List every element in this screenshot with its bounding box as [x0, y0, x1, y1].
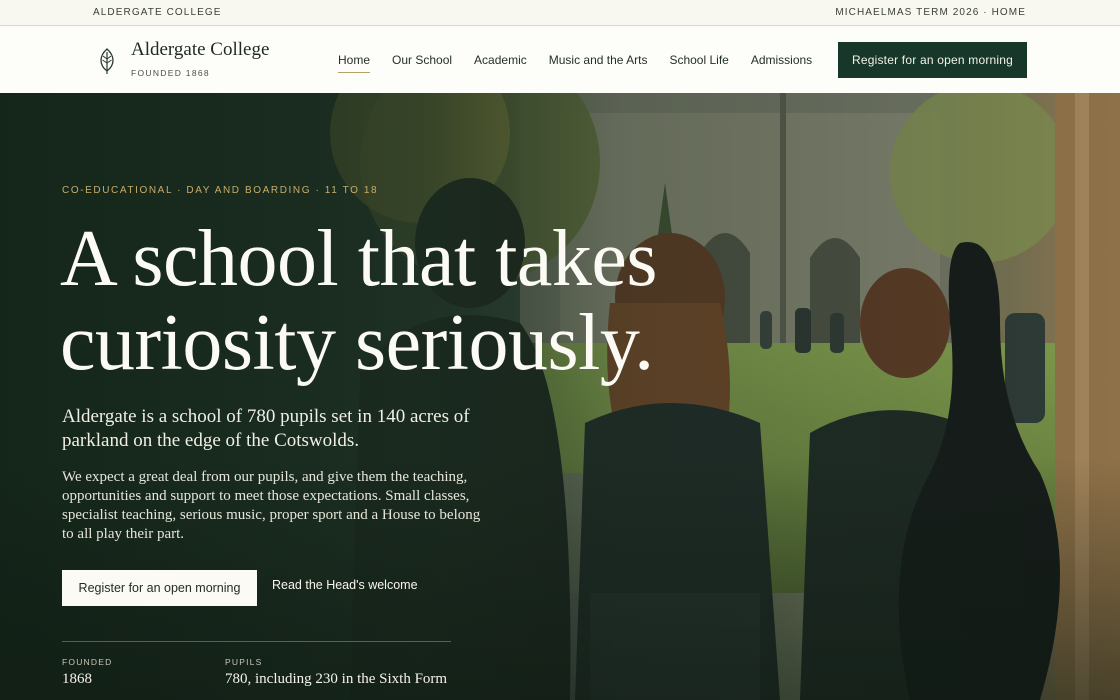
heads-welcome-link[interactable]: Read the Head's welcome — [272, 578, 418, 592]
site-header: Aldergate College FOUNDED 1868 Home Our … — [0, 27, 1120, 93]
brand-founded: FOUNDED 1868 — [131, 68, 210, 78]
utility-bar: ALDERGATE COLLEGE MICHAELMAS TERM 2026 ·… — [0, 0, 1120, 26]
nav-home[interactable]: Home — [338, 53, 371, 73]
nav-academic[interactable]: Academic — [474, 53, 527, 67]
stats-divider — [62, 641, 451, 642]
utility-college-name: ALDERGATE COLLEGE — [93, 7, 222, 18]
hero-section: CO-EDUCATIONAL · DAY AND BOARDING · 11 T… — [0, 93, 1120, 700]
nav-music-and-the-arts[interactable]: Music and the Arts — [549, 53, 648, 67]
header-register-button[interactable]: Register for an open morning — [838, 42, 1027, 78]
hero-eyebrow: CO-EDUCATIONAL · DAY AND BOARDING · 11 T… — [62, 185, 379, 196]
main-nav: Home Our School Academic Music and the A… — [338, 53, 834, 73]
utility-right: MICHAELMAS TERM 2026 · HOME — [835, 7, 1026, 18]
utility-separator: · — [979, 7, 992, 18]
hero-headline: A school that takes curiosity seriously. — [60, 215, 658, 387]
hero-body: We expect a great deal from our pupils, … — [62, 469, 481, 542]
hero-register-button[interactable]: Register for an open morning — [62, 570, 257, 606]
utility-home-link[interactable]: HOME — [992, 7, 1026, 18]
leaf-icon[interactable] — [96, 47, 118, 75]
stat-founded-value: 1868 — [62, 671, 92, 687]
stat-pupils-value: 780, including 230 in the Sixth Form — [225, 671, 448, 687]
brand-name[interactable]: Aldergate College — [131, 39, 269, 61]
nav-school-life[interactable]: School Life — [669, 53, 728, 67]
stat-pupils-label: PUPILS — [225, 657, 263, 667]
nav-admissions[interactable]: Admissions — [751, 53, 812, 67]
utility-term: MICHAELMAS TERM 2026 — [835, 7, 980, 18]
stat-founded-label: FOUNDED — [62, 657, 113, 667]
hero-lead: Aldergate is a school of 780 pupils set … — [62, 406, 470, 451]
nav-our-school[interactable]: Our School — [392, 53, 452, 67]
